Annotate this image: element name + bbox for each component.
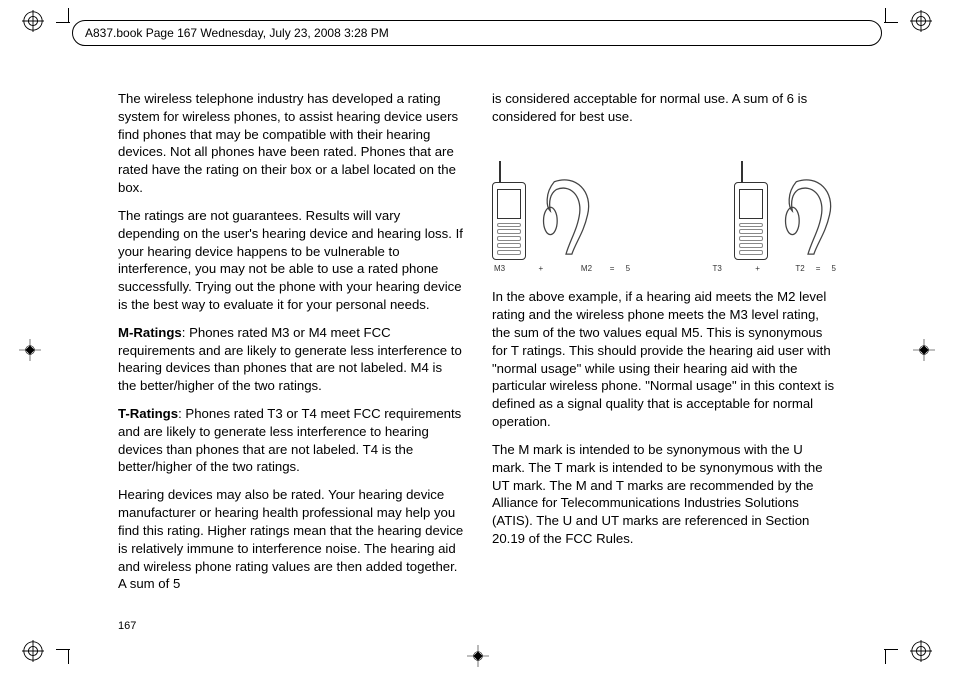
phone-icon	[734, 182, 768, 260]
crosshair-icon	[904, 330, 944, 370]
crop-tick	[884, 22, 898, 23]
rating-label: T-Ratings	[118, 406, 178, 421]
page-number: 167	[118, 620, 136, 632]
crop-tick	[68, 650, 69, 664]
caption-m: M3 + M2 = 5	[494, 264, 630, 275]
body-paragraph: The M mark is intended to be synonymous …	[492, 441, 838, 548]
figure-caption: M3 + M2 = 5 T3 + T2 = 5	[492, 264, 838, 275]
crop-tick	[68, 8, 69, 22]
figure-group-t	[734, 172, 838, 260]
registration-mark-icon	[910, 10, 932, 32]
crosshair-icon	[10, 330, 50, 370]
crop-tick	[56, 22, 70, 23]
crop-tick	[885, 8, 886, 22]
registration-mark-icon	[22, 10, 44, 32]
caption-t: T3 + T2 = 5	[713, 264, 836, 275]
left-column: The wireless telephone industry has deve…	[118, 90, 464, 630]
registration-mark-icon	[910, 640, 932, 662]
hearing-aid-icon	[536, 172, 596, 260]
figure-group-m	[492, 172, 596, 260]
right-column: is considered acceptable for normal use.…	[492, 90, 838, 630]
body-paragraph: M-Ratings: Phones rated M3 or M4 meet FC…	[118, 324, 464, 395]
rating-label: M-Ratings	[118, 325, 182, 340]
crosshair-icon	[458, 636, 498, 676]
crop-tick	[885, 650, 886, 664]
body-paragraph: The wireless telephone industry has deve…	[118, 90, 464, 197]
header-text: A837.book Page 167 Wednesday, July 23, 2…	[85, 26, 389, 40]
page-header: A837.book Page 167 Wednesday, July 23, 2…	[72, 20, 882, 46]
body-paragraph: In the above example, if a hearing aid m…	[492, 288, 838, 431]
hearing-aid-icon	[778, 172, 838, 260]
crop-tick	[884, 649, 898, 650]
body-paragraph: is considered acceptable for normal use.…	[492, 90, 838, 126]
phone-icon	[492, 182, 526, 260]
body-paragraph: The ratings are not guarantees. Results …	[118, 207, 464, 314]
body-paragraph: T-Ratings: Phones rated T3 or T4 meet FC…	[118, 405, 464, 476]
crop-tick	[56, 649, 70, 650]
registration-mark-icon	[22, 640, 44, 662]
page-content: The wireless telephone industry has deve…	[118, 90, 838, 630]
body-paragraph: Hearing devices may also be rated. Your …	[118, 486, 464, 593]
hearing-aid-figure	[492, 140, 838, 260]
